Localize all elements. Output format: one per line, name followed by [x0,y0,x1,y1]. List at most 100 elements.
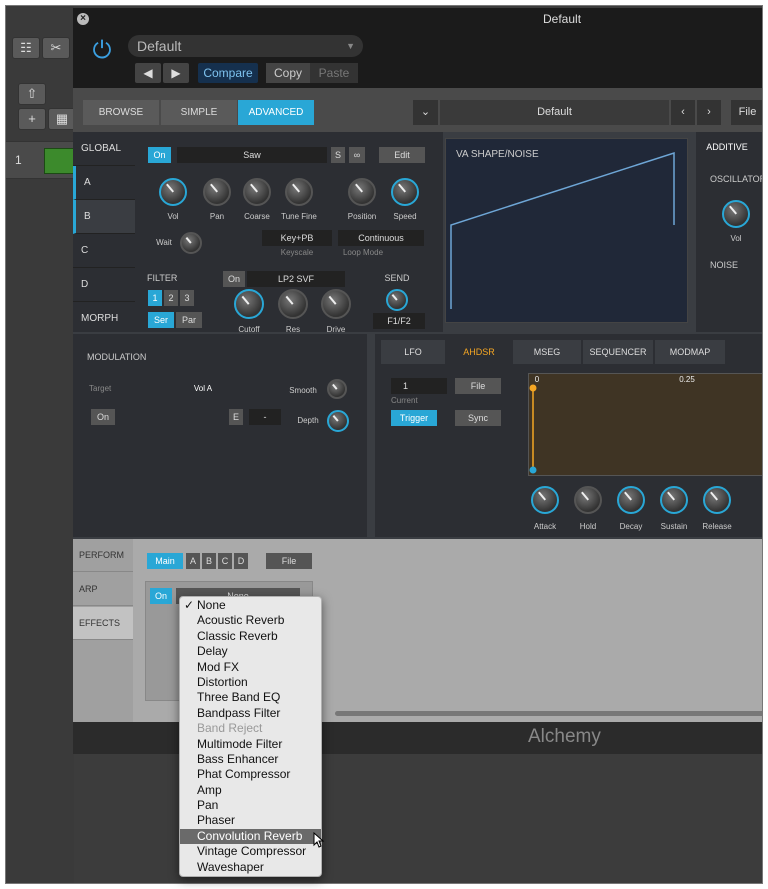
vol-knob[interactable] [159,178,187,206]
tab-b[interactable]: B [73,200,135,234]
osc-on-button[interactable]: On [148,147,171,163]
coarse-knob[interactable] [243,178,271,206]
next-preset-button[interactable]: ▶ [163,63,189,83]
file-button[interactable]: File [731,100,762,125]
send-knob[interactable] [386,289,408,311]
menu-item-distortion[interactable]: Distortion [180,675,321,690]
track-row[interactable]: 1 [6,141,74,179]
menu-item-delay[interactable]: Delay [180,644,321,659]
menu-item-none[interactable]: None [180,598,321,614]
tab-a[interactable]: A [73,166,135,200]
envelope-graph[interactable]: 0 0.25 [528,373,762,476]
paste-button[interactable]: Paste [310,63,358,83]
depth-knob[interactable] [327,410,349,432]
effects-file-button[interactable]: File [266,553,312,569]
osc-s-button[interactable]: S [331,147,345,163]
trigger-button[interactable]: Trigger [391,410,437,426]
attack-knob[interactable] [531,486,559,514]
tab-c[interactable]: C [73,234,135,268]
tab-arp[interactable]: ARP [73,573,133,606]
tune-fine-knob[interactable] [285,178,313,206]
horizontal-scrollbar[interactable] [335,711,762,716]
effects-slot-c[interactable]: C [218,553,232,569]
menu-item-phaser[interactable]: Phaser [180,813,321,828]
effects-slot-d[interactable]: D [234,553,248,569]
effect-type-menu[interactable]: None Acoustic Reverb Classic Reverb Dela… [179,596,322,877]
mod-mode-select[interactable]: - [249,409,281,425]
up-arrow-icon[interactable]: ⇧ [18,83,46,105]
menu-item-waveshaper[interactable]: Waveshaper [180,860,321,875]
scissors-icon[interactable]: ✂ [42,37,70,59]
par-button[interactable]: Par [176,312,202,328]
tab-modmap[interactable]: MODMAP [655,340,725,364]
filter-2-button[interactable]: 2 [164,290,178,306]
menu-item-convolution-reverb[interactable]: Convolution Reverb [180,828,321,845]
tab-perform[interactable]: PERFORM [73,539,133,572]
tab-simple[interactable]: SIMPLE [161,100,237,125]
prev-preset-button[interactable]: ◀ [135,63,161,83]
filter-type-select[interactable]: LP2 SVF [247,271,345,287]
sustain-knob[interactable] [660,486,688,514]
preset-bar-name[interactable]: Default [440,100,669,125]
menu-item-three-band-eq[interactable]: Three Band EQ [180,690,321,705]
menu-item-vintage-compressor[interactable]: Vintage Compressor [180,844,321,859]
smooth-knob[interactable] [327,379,347,399]
hold-knob[interactable] [574,486,602,514]
loop-mode-select[interactable]: Continuous [338,230,424,246]
tab-d[interactable]: D [73,268,135,302]
menu-item-phat-compressor[interactable]: Phat Compressor [180,767,321,782]
wait-knob[interactable] [180,232,202,254]
effects-slot-b[interactable]: B [202,553,216,569]
menu-item-pan[interactable]: Pan [180,798,321,813]
res-knob[interactable] [278,289,308,319]
mixer-icon[interactable]: ☷ [12,37,40,59]
tab-advanced[interactable]: ADVANCED [238,100,314,125]
menu-item-classic-reverb[interactable]: Classic Reverb [180,629,321,644]
effect-on-button[interactable]: On [150,588,172,604]
speed-knob[interactable] [391,178,419,206]
prev-button[interactable]: ‹ [671,100,695,125]
drive-knob[interactable] [321,289,351,319]
tab-morph[interactable]: MORPH [73,302,135,336]
tab-global[interactable]: GLOBAL [73,132,135,166]
mod-on-button[interactable]: On [91,409,115,425]
pan-knob[interactable] [203,178,231,206]
send-select[interactable]: F1/F2 [373,313,425,329]
ser-button[interactable]: Ser [148,312,174,328]
additive-vol-knob[interactable] [722,200,750,228]
release-knob[interactable] [703,486,731,514]
filter-3-button[interactable]: 3 [180,290,194,306]
effects-slot-a[interactable]: A [186,553,200,569]
target-value[interactable]: Vol A [173,384,233,393]
menu-item-amp[interactable]: Amp [180,783,321,798]
decay-knob[interactable] [617,486,645,514]
menu-item-acoustic-reverb[interactable]: Acoustic Reverb [180,613,321,628]
power-icon[interactable]: ⏻ [89,38,115,64]
menu-item-bandpass-filter[interactable]: Bandpass Filter [180,706,321,721]
keyscale-select[interactable]: Key+PB [262,230,332,246]
position-knob[interactable] [348,178,376,206]
menu-item-bass-enhancer[interactable]: Bass Enhancer [180,752,321,767]
next-button[interactable]: › [697,100,721,125]
tab-additive[interactable]: ADDITIVE [702,142,752,152]
filter-1-button[interactable]: 1 [148,290,162,306]
cutoff-knob[interactable] [234,289,264,319]
tab-ahdsr[interactable]: AHDSR [447,340,511,364]
midi-region[interactable] [44,148,74,174]
osc-edit-button[interactable]: Edit [379,147,425,163]
link-icon[interactable]: ∞ [349,147,365,163]
track-toggle-icon[interactable]: ▦ [48,108,76,130]
tab-effects[interactable]: EFFECTS [73,607,133,640]
close-icon[interactable]: × [77,13,89,25]
mod-e-button[interactable]: E [229,409,243,425]
preset-dropdown[interactable]: Default ▼ [128,35,363,57]
tab-sequencer[interactable]: SEQUENCER [583,340,653,364]
compare-button[interactable]: Compare [198,63,258,83]
preset-menu-button[interactable]: ⌄ [413,100,438,125]
wave-select[interactable]: Saw [177,147,327,163]
tab-browse[interactable]: BROWSE [83,100,159,125]
envelope-number-select[interactable]: 1 [391,378,447,394]
menu-item-mod-fx[interactable]: Mod FX [180,660,321,675]
tab-mseg[interactable]: MSEG [513,340,581,364]
filter-on-button[interactable]: On [223,271,245,287]
